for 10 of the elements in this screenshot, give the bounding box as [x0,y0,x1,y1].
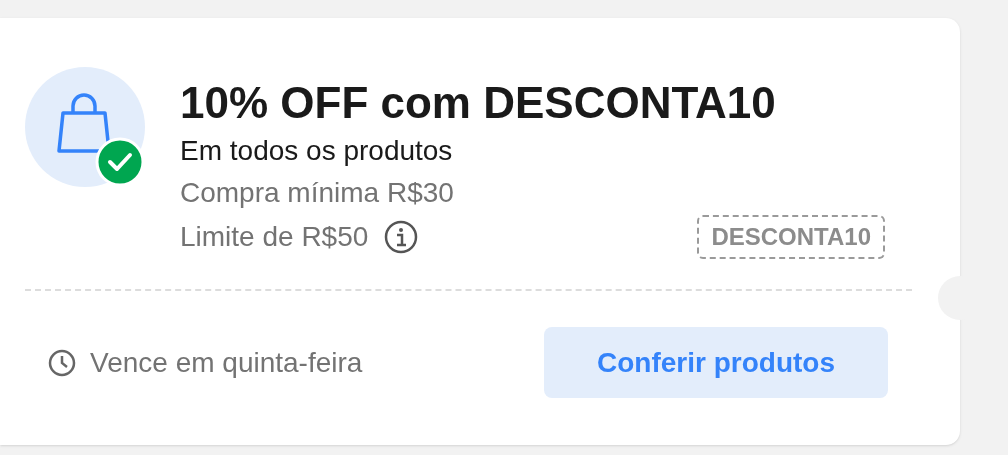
expiry-text: Vence em quinta-feira [90,345,363,380]
shopping-bag-icon [55,93,113,155]
minimum-purchase: Compra mínima R$30 [180,176,455,210]
clock-icon [48,348,76,377]
coupon-title: 10% OFF com DESCONTA10 [180,77,777,129]
discount-limit: Limite de R$50 [180,220,369,254]
coupon-code: DESCONTA10 [697,215,885,259]
view-products-button[interactable]: Conferir produtos [544,327,888,398]
coupon-scope: Em todos os produtos [180,134,454,168]
info-icon[interactable] [384,220,419,254]
